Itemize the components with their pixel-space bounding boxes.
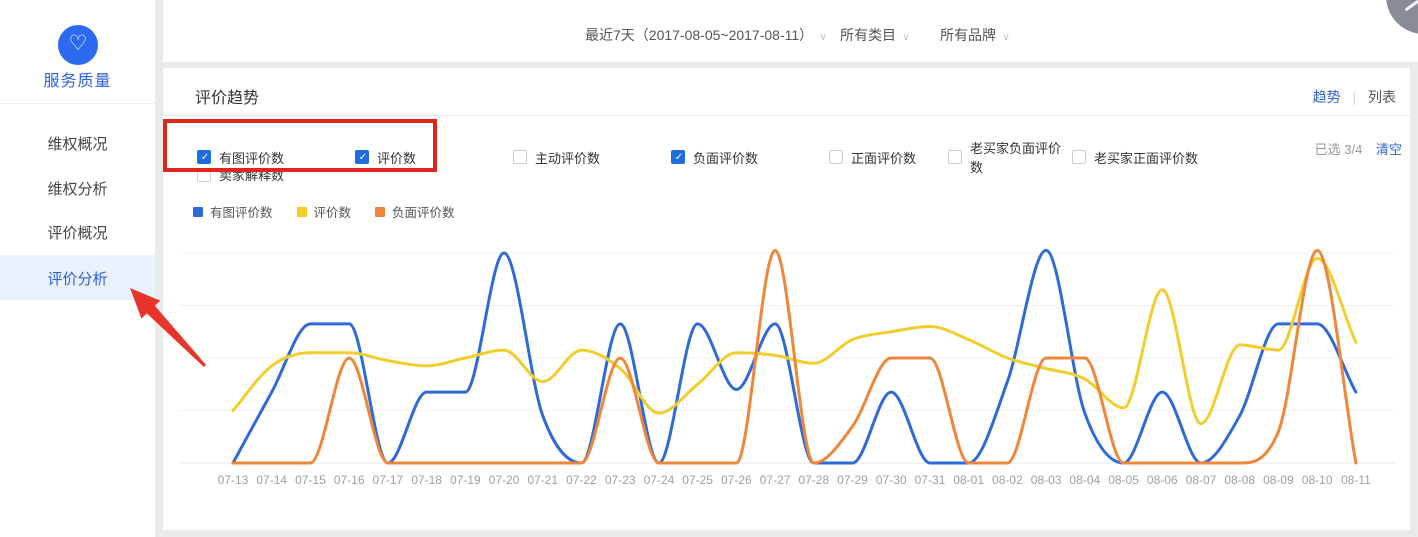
- sidebar-item-rights-overview[interactable]: 维权概况: [0, 133, 155, 154]
- toggle-separator: |: [1352, 89, 1356, 105]
- x-axis-label: 08-11: [1341, 473, 1371, 487]
- x-axis-label: 07-17: [373, 473, 404, 487]
- trend-line-chart: 07-13 07-14 07-15 07-16 07-17 07-18 07-19 07-20…: [163, 228, 1410, 510]
- sidebar-divider: [0, 103, 155, 104]
- checkbox[interactable]: [197, 150, 211, 164]
- checkbox[interactable]: [513, 150, 527, 164]
- legend-item-with-photo-review-count[interactable]: 有图评价数: [193, 202, 273, 221]
- x-axis-label: 08-04: [1069, 473, 1100, 487]
- filter-option-proactive-review-count[interactable]: 主动评价数: [513, 138, 671, 176]
- x-axis-label: 07-24: [644, 473, 675, 487]
- panel-title: 评价趋势: [195, 84, 259, 108]
- selected-count-text: 已选 3/4: [1315, 142, 1363, 157]
- tab-trend[interactable]: 趋势: [1313, 89, 1341, 105]
- legend-item-review-count[interactable]: 评价数: [297, 202, 352, 221]
- filter-option-label: 评价数: [377, 148, 416, 167]
- x-axis-label: 08-05: [1108, 473, 1139, 487]
- checkbox[interactable]: [948, 150, 962, 164]
- legend-item-negative-review-count[interactable]: 负面评价数: [375, 202, 455, 221]
- chart-legend: 有图评价数 评价数 负面评价数: [193, 202, 455, 221]
- checkbox[interactable]: [829, 150, 843, 164]
- tab-list[interactable]: 列表: [1368, 89, 1396, 105]
- filter-row-1: 有图评价数 评价数 主动评价数 负面评价数 正面评价数 老买家负面评价数 老买家…: [197, 138, 1198, 176]
- x-axis-label: 07-28: [798, 473, 829, 487]
- category-value: 所有类目: [840, 27, 896, 43]
- sidebar-item-rights-analysis[interactable]: 维权分析: [0, 178, 155, 199]
- x-axis-label: 07-20: [489, 473, 520, 487]
- x-axis-label: 07-15: [295, 473, 326, 487]
- filter-option-label: 正面评价数: [851, 148, 916, 167]
- filter-option-repeat-buyer-negative-review-count[interactable]: 老买家负面评价数: [948, 138, 1072, 176]
- filter-option-positive-review-count[interactable]: 正面评价数: [829, 138, 948, 176]
- x-axis-label: 08-02: [992, 473, 1023, 487]
- filter-option-label: 老买家负面评价数: [970, 138, 1072, 176]
- filter-row-2: 卖家解释数: [197, 165, 284, 184]
- brand-value: 所有品牌: [940, 27, 996, 43]
- heart-icon: ♡: [58, 25, 98, 65]
- legend-label: 有图评价数: [210, 202, 273, 221]
- checkbox[interactable]: [1072, 150, 1086, 164]
- sidebar-app-title: 服务质量: [0, 67, 155, 91]
- x-axis-label: 07-16: [334, 473, 365, 487]
- chart-canvas: 07-13 07-14 07-15 07-16 07-17 07-18 07-19 07-20…: [163, 228, 1410, 510]
- filter-option-seller-explanation-count[interactable]: 卖家解释数: [197, 165, 284, 184]
- checkbox[interactable]: [355, 150, 369, 164]
- legend-swatch: [375, 207, 385, 217]
- topbar: 最近7天（2017-08-05~2017-08-11） ∨ 所有类目 ∨ 所有品牌 ∨: [163, 0, 1418, 62]
- x-axis-label: 07-31: [915, 473, 946, 487]
- widget-mark: [1405, 0, 1418, 11]
- filter-option-label: 卖家解释数: [219, 165, 284, 184]
- x-axis-label: 07-30: [876, 473, 907, 487]
- filter-option-label: 有图评价数: [219, 148, 284, 167]
- filter-option-review-count[interactable]: 评价数: [355, 138, 513, 176]
- legend-swatch: [297, 207, 307, 217]
- filter-option-label: 老买家正面评价数: [1094, 148, 1198, 167]
- checkbox[interactable]: [671, 150, 685, 164]
- chevron-down-icon: ∨: [1002, 31, 1010, 43]
- brand-dropdown[interactable]: 所有品牌 ∨: [940, 25, 1010, 45]
- x-axis-label: 08-10: [1302, 473, 1333, 487]
- x-axis-label: 08-07: [1186, 473, 1217, 487]
- legend-label: 负面评价数: [392, 202, 455, 221]
- series-line-negative-review-count: [233, 250, 1356, 463]
- date-range-dropdown[interactable]: 最近7天（2017-08-05~2017-08-11） ∨: [585, 25, 827, 45]
- filter-option-label: 主动评价数: [535, 148, 600, 167]
- chevron-down-icon: ∨: [819, 31, 827, 43]
- chevron-down-icon: ∨: [902, 31, 910, 43]
- x-axis-label: 08-08: [1224, 473, 1255, 487]
- sidebar-item-review-overview[interactable]: 评价概况: [0, 222, 155, 243]
- x-axis-label: 07-23: [605, 473, 636, 487]
- checkbox[interactable]: [197, 168, 211, 182]
- x-axis-label: 07-21: [527, 473, 558, 487]
- x-axis-label: 07-29: [837, 473, 868, 487]
- app-window: ♡ 服务质量 维权概况 维权分析 评价概况 评价分析 最近7天（2017-08-…: [0, 0, 1418, 537]
- x-axis-label: 07-19: [450, 473, 481, 487]
- sidebar-item-review-analysis[interactable]: 评价分析: [0, 268, 155, 289]
- category-dropdown[interactable]: 所有类目 ∨: [840, 25, 910, 45]
- x-axis-label: 08-01: [953, 473, 984, 487]
- floating-helper-widget[interactable]: [1386, 0, 1418, 34]
- legend-swatch: [193, 207, 203, 217]
- view-toggle: 趋势 | 列表: [1313, 87, 1396, 107]
- x-axis-label: 07-13: [218, 473, 249, 487]
- filter-option-negative-review-count[interactable]: 负面评价数: [671, 138, 829, 176]
- x-axis-label: 07-27: [760, 473, 791, 487]
- legend-label: 评价数: [314, 202, 352, 221]
- filter-option-repeat-buyer-positive-review-count[interactable]: 老买家正面评价数: [1072, 138, 1198, 176]
- clear-filters-link[interactable]: 清空: [1376, 142, 1402, 157]
- x-axis-label: 08-06: [1147, 473, 1178, 487]
- x-axis-label: 08-03: [1031, 473, 1062, 487]
- date-range-value: 最近7天（2017-08-05~2017-08-11）: [585, 27, 813, 43]
- x-axis-label: 07-14: [256, 473, 287, 487]
- x-axis-label: 07-25: [682, 473, 713, 487]
- x-axis-label: 07-22: [566, 473, 597, 487]
- sidebar: ♡ 服务质量 维权概况 维权分析 评价概况 评价分析: [0, 0, 155, 537]
- filter-option-label: 负面评价数: [693, 148, 758, 167]
- x-axis-label: 07-26: [721, 473, 752, 487]
- x-axis-label: 07-18: [411, 473, 442, 487]
- review-trend-panel: 评价趋势 趋势 | 列表 有图评价数 评价数 主动评价数 负面评价数 正面评价数…: [163, 68, 1410, 530]
- filter-selection-info: 已选 3/4 清空: [1315, 139, 1402, 158]
- x-axis-label: 08-09: [1263, 473, 1294, 487]
- header-divider: [163, 115, 1410, 116]
